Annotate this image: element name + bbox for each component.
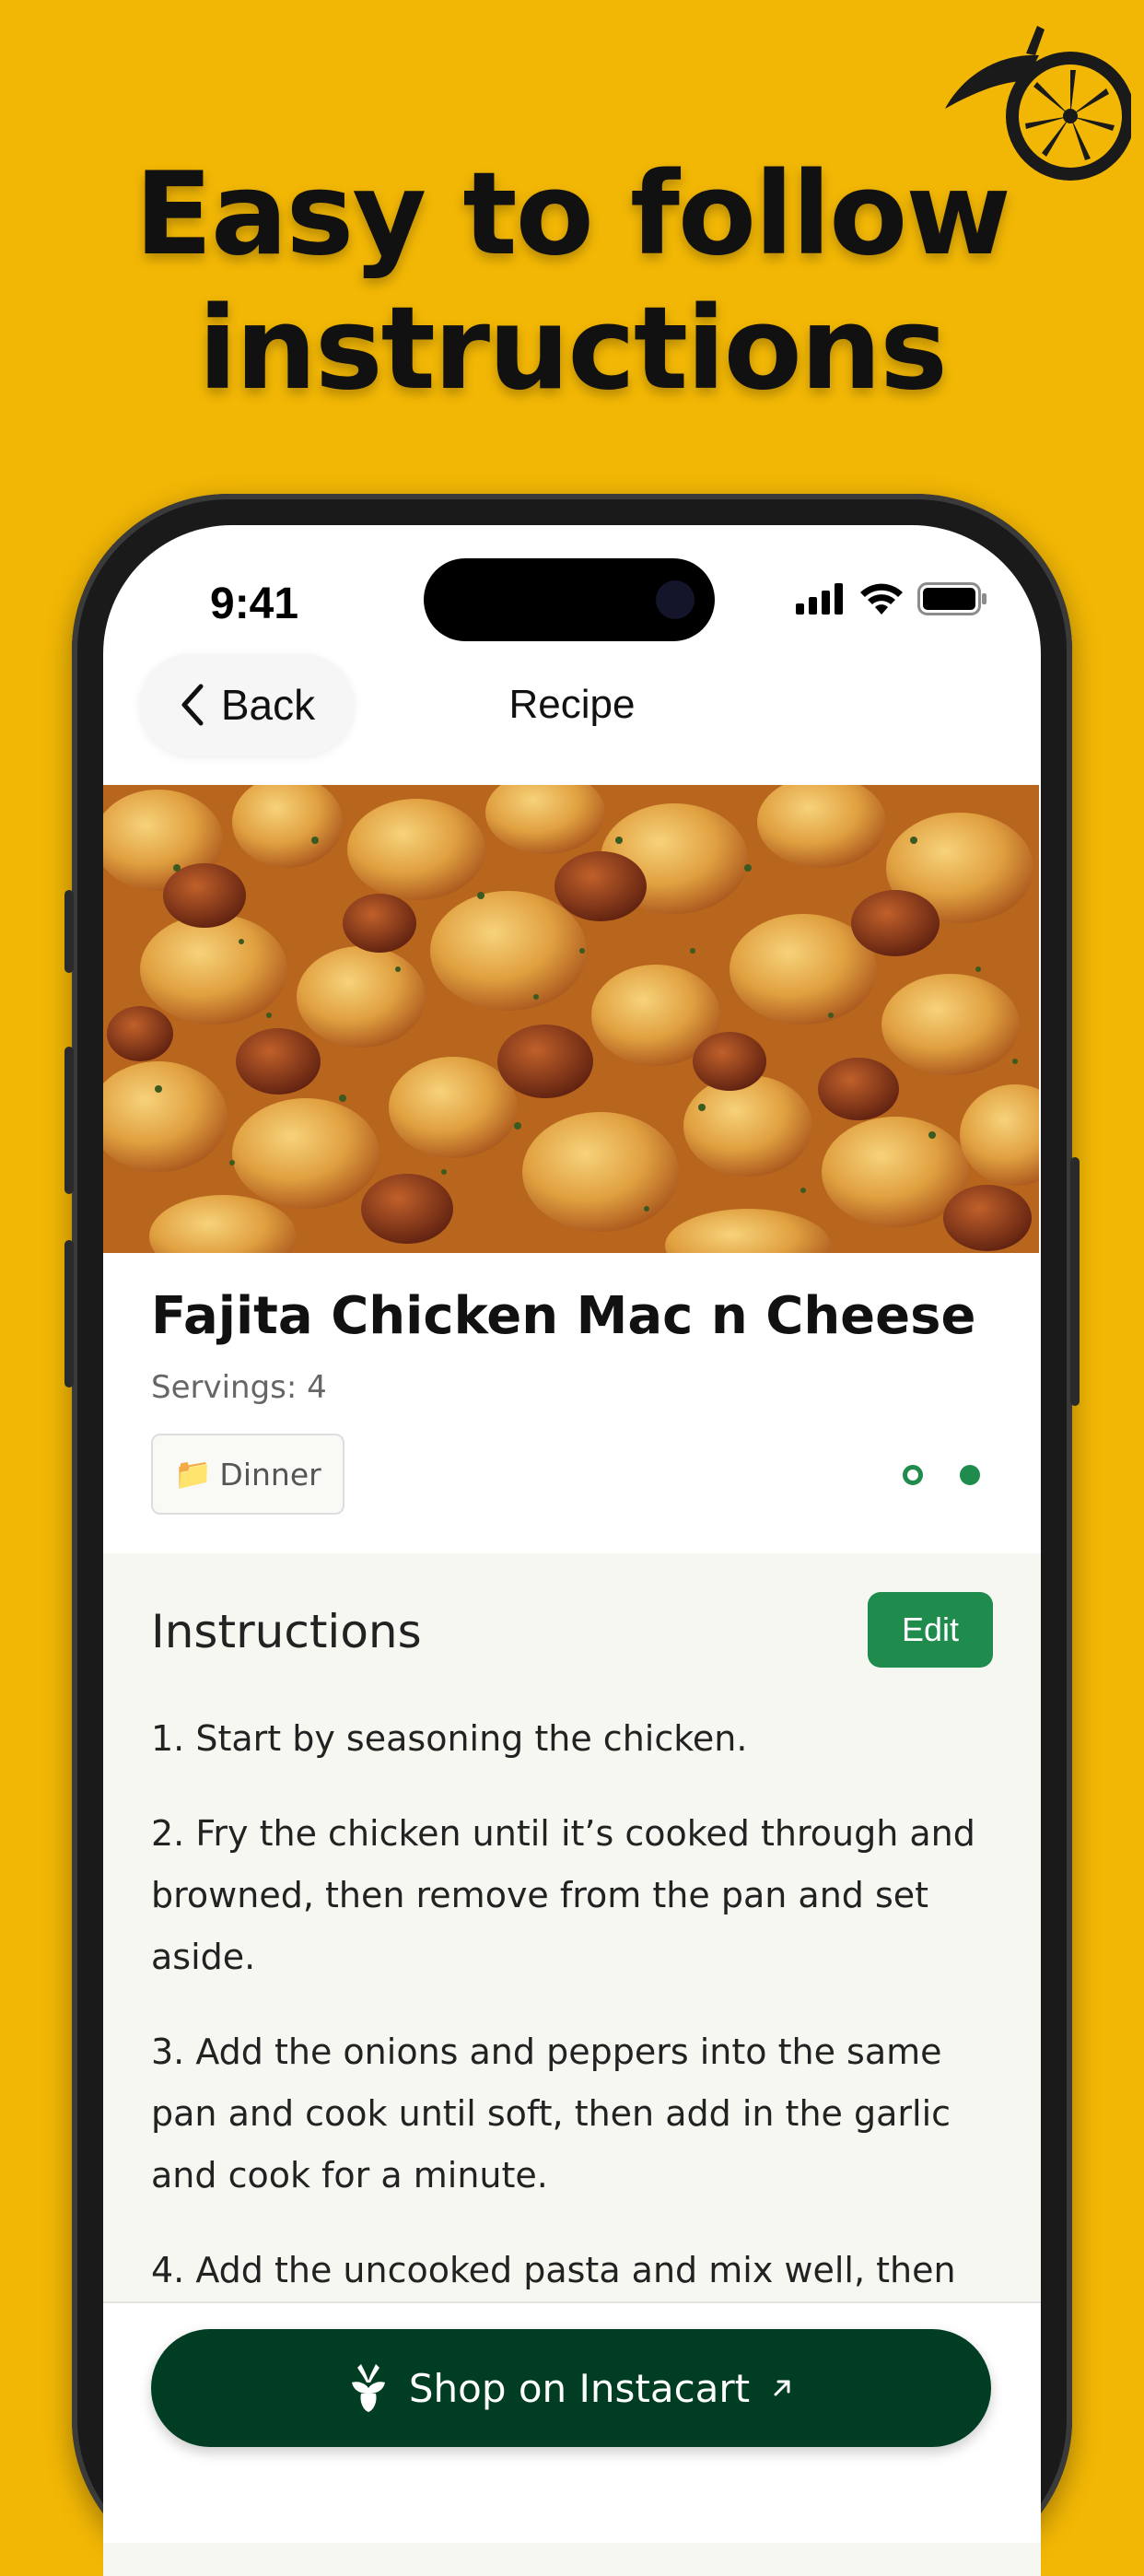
recipe-photo[interactable] [103, 785, 1041, 1253]
lemon-slice-icon [945, 26, 1131, 181]
status-icons [796, 582, 987, 615]
recipe-title: Fajita Chicken Mac n Cheese [151, 1286, 976, 1346]
recipe-photo-image [103, 785, 1041, 1253]
recipe-info: Fajita Chicken Mac n Cheese Servings: 4 … [103, 1253, 1041, 1555]
status-time: 9:41 [210, 580, 299, 628]
page-indicator[interactable] [903, 1465, 980, 1485]
instruction-steps: 1. Start by seasoning the chicken. 2. Fr… [151, 1708, 998, 2335]
instruction-step: 2. Fry the chicken until it’s cooked thr… [151, 1813, 975, 1977]
instruction-step: 4. Add the uncooked pasta and mix well, … [151, 2250, 956, 2290]
promo-headline: Easy to follow instructions [0, 147, 1144, 416]
external-arrow-icon [774, 2380, 790, 2396]
edit-button[interactable]: Edit [868, 1592, 993, 1668]
phone-screen: 9:41 Back Recipe Fajita Chicken Mac n Ch… [103, 525, 1041, 2576]
instacart-carrot-icon [351, 2364, 385, 2412]
instructions-title: Instructions [151, 1605, 422, 1658]
instruction-step: 3. Add the onions and peppers into the s… [151, 2032, 951, 2195]
page-title: Recipe [508, 682, 636, 727]
battery-icon [917, 582, 986, 615]
camera-icon [656, 580, 695, 619]
silent-switch [64, 890, 74, 973]
dynamic-island [424, 558, 715, 641]
recipe-servings: Servings: 4 [151, 1369, 327, 1406]
bottom-bar: Shop on Instacart [103, 2301, 1041, 2543]
category-tag[interactable]: 📁 Dinner [151, 1434, 344, 1515]
headline-line-2: instructions [198, 283, 948, 416]
phone-frame: 9:41 Back Recipe Fajita Chicken Mac n Ch… [64, 494, 1080, 2576]
category-tag-label: Dinner [219, 1456, 321, 1493]
folder-icon: 📁 [174, 1456, 213, 1492]
navigation-bar: Back Recipe [103, 654, 1041, 785]
volume-up-button [64, 1047, 74, 1194]
page-dot-2[interactable] [960, 1465, 980, 1485]
status-bar: 9:41 [103, 525, 1041, 654]
page-dot-1[interactable] [903, 1465, 923, 1485]
shop-instacart-button[interactable]: Shop on Instacart [151, 2329, 991, 2447]
volume-down-button [64, 1240, 74, 1388]
instruction-step: 1. Start by seasoning the chicken. [151, 1718, 748, 1759]
shop-instacart-label: Shop on Instacart [408, 2365, 751, 2411]
wifi-icon [860, 583, 903, 615]
signal-icon [796, 583, 843, 615]
power-button [1070, 1157, 1080, 1406]
